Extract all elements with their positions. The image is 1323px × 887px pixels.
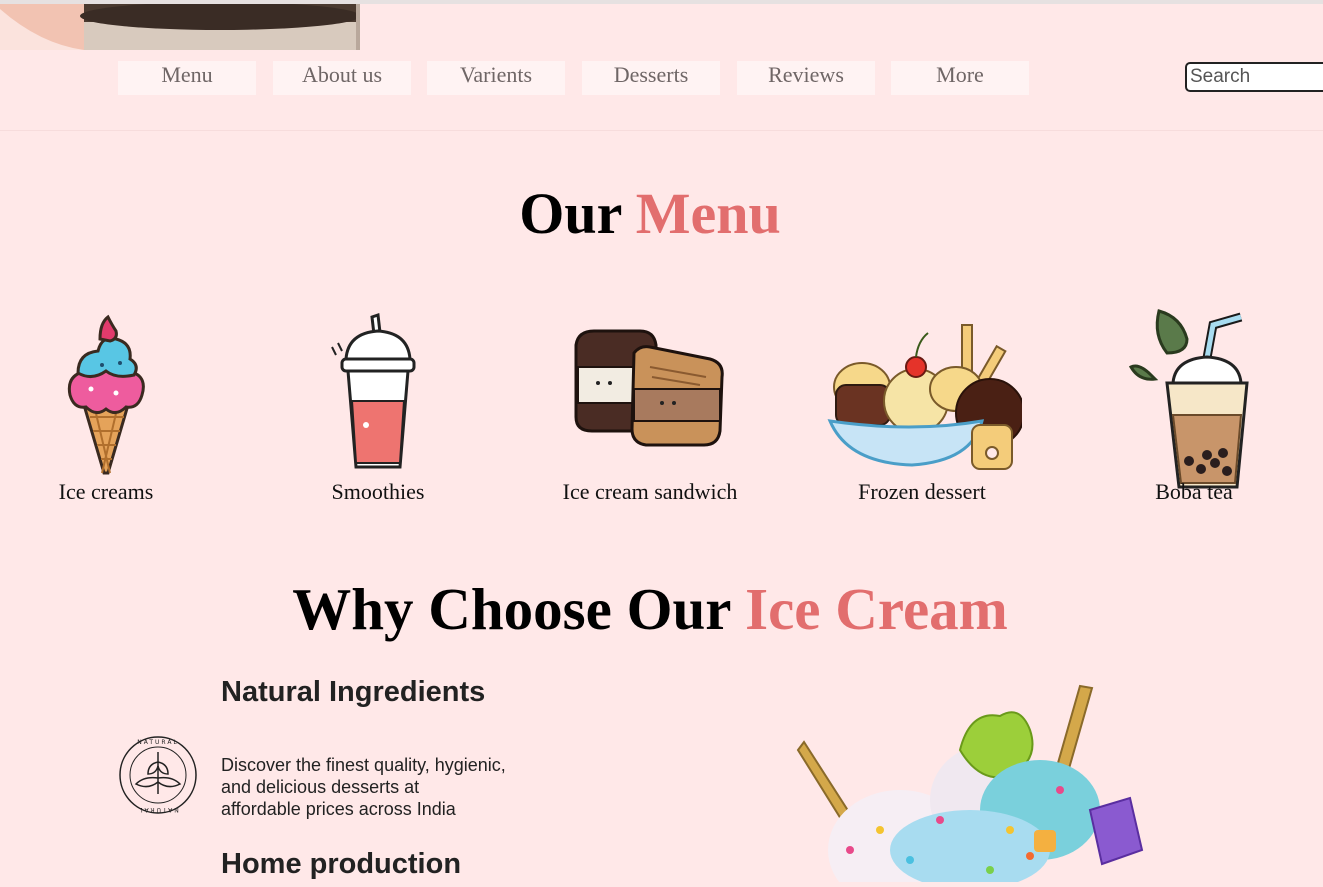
boba-tea-icon (1129, 309, 1249, 489)
hero-image (0, 4, 360, 50)
nav-item-reviews[interactable]: Reviews (737, 61, 875, 95)
menu-item-label: Smoothies (331, 479, 425, 504)
nav-item-more[interactable]: More (891, 61, 1029, 95)
search-input[interactable] (1185, 62, 1323, 92)
feature-text-line: affordable prices across India (221, 799, 456, 819)
menu-item-boba-tea[interactable]: Boba tea (1084, 305, 1304, 505)
menu-item-frozen-dessert[interactable]: Frozen dessert (812, 305, 1032, 505)
nav-item-desserts[interactable]: Desserts (582, 61, 720, 95)
why-title-prefix: Why Choose Our (292, 576, 731, 642)
menu-item-smoothies[interactable]: Smoothies (268, 305, 488, 505)
why-title-accent: Ice Cream (745, 576, 1008, 642)
feature-text-natural-ingredients: Discover the finest quality, hygienic, a… (221, 754, 561, 820)
menu-item-label: Boba tea (1155, 479, 1233, 504)
menu-item-label: Ice creams (58, 479, 154, 504)
ice-cream-sandwich-icon (574, 329, 724, 447)
feature-text-line: and delicious desserts at (221, 777, 420, 797)
menu-item-label: Ice cream sandwich (562, 479, 738, 504)
feature-heading-natural-ingredients: Natural Ingredients (221, 676, 486, 708)
sundae-bowl-icon (827, 324, 1022, 470)
feature-heading-home-production: Home production (221, 848, 462, 880)
menu-item-ice-cream-sandwich[interactable]: Ice cream sandwich (540, 305, 760, 505)
main-nav: Menu About us Varients Desserts Reviews … (0, 61, 1323, 95)
menu-title-prefix: Our (519, 181, 622, 246)
menu-section-title: Our Menu (0, 180, 1300, 247)
menu-item-label: Frozen dessert (858, 479, 986, 504)
smoothie-cup-icon (331, 312, 416, 469)
why-section-title: Why Choose Our Ice Cream (0, 575, 1300, 644)
ice-cream-cone-icon (67, 314, 145, 475)
dessert-image (790, 680, 1170, 887)
menu-item-ice-creams[interactable]: Ice creams (0, 305, 216, 505)
nav-item-about-us[interactable]: About us (273, 61, 411, 95)
natural-leaf-icon: NATURAL NATURAL (118, 734, 198, 821)
nav-item-menu[interactable]: Menu (118, 61, 256, 95)
menu-title-accent: Menu (635, 181, 781, 246)
badge-text-bottom: NATURAL (137, 806, 179, 813)
header-divider (0, 130, 1323, 131)
feature-text-line: Discover the finest quality, hygienic, (221, 755, 506, 775)
badge-text-top: NATURAL (137, 739, 179, 746)
nav-item-varients[interactable]: Varients (427, 61, 565, 95)
